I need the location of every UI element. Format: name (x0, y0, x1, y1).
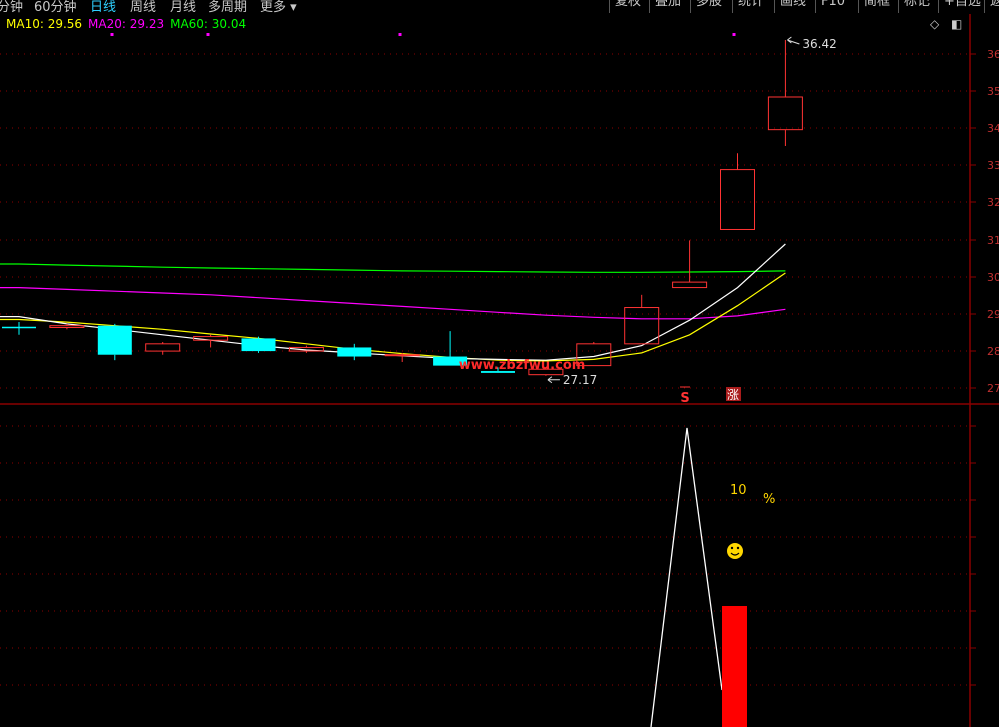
period-tab-4[interactable]: 月线 (170, 0, 196, 14)
smiley-eye (736, 546, 740, 550)
watermark-text: www.zbzfwu.com (459, 358, 586, 373)
y-tick-label: 35 (987, 85, 999, 98)
indicator-spike-line (650, 427, 723, 727)
candle-body (337, 347, 372, 357)
y-tick-label: 34 (987, 122, 999, 135)
toolbar-button-5[interactable]: F10 (815, 0, 850, 13)
low-arrow (547, 376, 560, 384)
y-axis: 36 35 34 33 32 31 30 29 28 27 (970, 48, 999, 686)
period-tab-2[interactable]: 日线 (90, 0, 116, 14)
price-labels: 36.42 27.17www.zbzfwu.com (110, 33, 837, 387)
ma-legend-item-1: MA20: 29.23 (88, 17, 165, 31)
candle (720, 153, 755, 230)
indicator-red-bar (722, 606, 747, 727)
candle (241, 336, 276, 353)
candle-body (145, 343, 181, 352)
toolbar-button-1[interactable]: 叠加 (649, 0, 686, 13)
indicator-panel: S 涨 10% (650, 386, 775, 727)
toolbar-button-8[interactable]: +自选 (938, 0, 986, 13)
diamond-icon[interactable]: ◇ (930, 17, 939, 31)
signal-dot (110, 33, 114, 36)
candle-body (97, 325, 132, 355)
candle (2, 322, 36, 335)
toolbar-button-3[interactable]: 统计 (732, 0, 769, 13)
low-price-label: 27.17 (563, 373, 597, 387)
ma-legend-item-2: MA60: 30.04 (170, 17, 247, 31)
ma20-line (0, 287, 786, 320)
candle-body (672, 281, 708, 289)
chart-canvas: 36.4227.17www.zbzfwu.com S 涨10% 363534333… (0, 14, 999, 727)
signal-s-label: S (680, 391, 689, 406)
smiley-icon (727, 543, 743, 559)
candle (97, 323, 132, 361)
toolbar-button-0[interactable]: 复权 (609, 0, 646, 13)
y-tick-label: 36 (987, 48, 999, 61)
candle-body (49, 325, 85, 328)
toolbar-button-7[interactable]: 标记 (898, 0, 935, 13)
panel-toggle-icon[interactable]: ◧ (951, 17, 962, 31)
ma-legend-item-0: MA10: 29.56 (6, 17, 83, 31)
period-tab-3[interactable]: 周线 (130, 0, 156, 14)
period-tab-0[interactable]: 分钟 (0, 0, 23, 14)
toolbar-button-4[interactable]: 画线 (774, 0, 811, 13)
high-price-label: 36.42 (802, 37, 836, 51)
y-tick-label: 27 (987, 382, 999, 395)
ma-legend: MA10: 29.56 MA20: 29.23 MA60: 30.04 (6, 17, 252, 31)
ma60-line (0, 263, 786, 273)
signal-dot (732, 33, 736, 36)
candle-body (767, 96, 803, 131)
candle (384, 352, 420, 362)
high-arrow (787, 36, 800, 45)
candle (672, 240, 708, 289)
candle-body (241, 338, 276, 352)
candle (767, 40, 803, 146)
candle-body (624, 307, 660, 345)
y-tick-label: 32 (987, 196, 999, 209)
period-tab-1[interactable]: 60分钟 (34, 0, 77, 14)
signal-dot (398, 33, 402, 36)
indicator-peak-value: 10 (730, 483, 747, 498)
y-tick-label: 28 (987, 345, 999, 358)
toolbar-button-6[interactable]: 简框 (858, 0, 895, 13)
candle (145, 342, 181, 355)
indicator-percent-sign: % (763, 492, 775, 507)
candle-body (384, 354, 420, 357)
y-tick-label: 33 (987, 159, 999, 172)
signal-dot (206, 33, 210, 36)
candle-body (720, 169, 755, 230)
signal-zhang-label: 涨 (727, 387, 739, 402)
period-tab-6[interactable]: 更多 ▾ (260, 0, 297, 14)
toolbar-button-2[interactable]: 多股 (690, 0, 727, 13)
toolbar-button-9[interactable]: 返 (984, 0, 999, 13)
y-tick-label: 30 (987, 271, 999, 284)
y-tick-label: 31 (987, 234, 999, 247)
top-toolbar: 分钟 60分钟日线周线月线多周期更多 ▾ 复权叠加多股统计画线 F10 简框标记+自选返 (0, 0, 999, 14)
candle (337, 343, 372, 361)
y-tick-label: 29 (987, 308, 999, 321)
smiley-eye (730, 546, 734, 550)
candlesticks (2, 40, 803, 376)
period-tab-5[interactable]: 多周期 (208, 0, 247, 14)
